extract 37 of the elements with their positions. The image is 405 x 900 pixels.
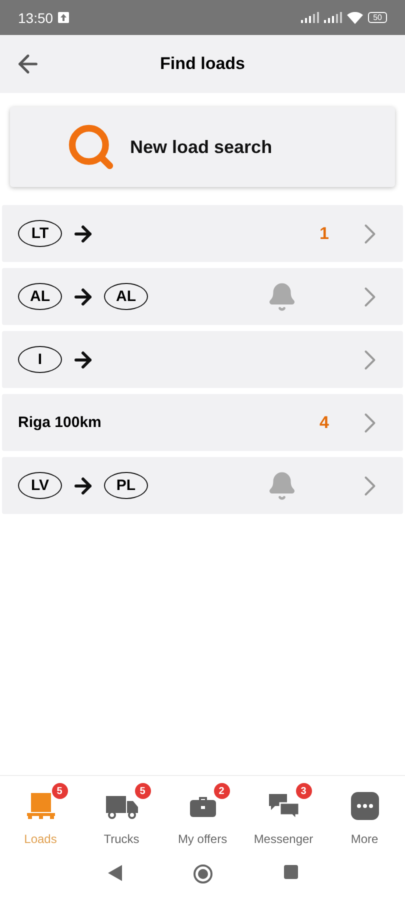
count-badge: 5 [134, 783, 150, 799]
country-code: AL [104, 283, 148, 310]
nav-tab[interactable]: 5 Loads [0, 780, 81, 858]
saved-search-row[interactable]: LT 1 [2, 205, 403, 262]
count-badge: 5 [52, 783, 68, 799]
home-circle-icon[interactable] [192, 864, 212, 884]
signal-icon [324, 12, 342, 23]
country-code: LV [18, 472, 62, 499]
pallet-box-icon [26, 791, 56, 821]
signal-icon [301, 12, 320, 23]
battery-level: 50 [368, 12, 387, 23]
nav-tab[interactable]: 3 Messenger [243, 780, 324, 858]
back-triangle-icon[interactable] [106, 864, 122, 882]
country-code: AL [18, 283, 62, 310]
wifi-icon [347, 12, 364, 24]
new-search-button[interactable]: New load search [10, 107, 395, 187]
status-time: 13:50 [18, 10, 54, 26]
count-badge: 2 [214, 783, 230, 799]
nav-tab[interactable]: More [324, 780, 405, 858]
saved-search-row[interactable]: I [2, 331, 403, 388]
more-icon [350, 791, 380, 821]
recents-square-icon[interactable] [282, 864, 298, 880]
saved-search-row[interactable]: LV PL [2, 457, 403, 514]
nav-tab[interactable]: 5 Trucks [81, 780, 162, 858]
country-code: LT [18, 220, 62, 247]
count-badge: 3 [296, 783, 312, 799]
country-code: PL [104, 472, 148, 499]
result-count: 4 [320, 412, 329, 432]
page-title: Find loads [159, 54, 246, 74]
saved-search-row[interactable]: AL AL [2, 268, 403, 325]
upload-icon [58, 12, 70, 23]
country-code: I [18, 346, 62, 373]
nav-tab[interactable]: 2 My offers [162, 780, 243, 858]
result-count: 1 [320, 224, 329, 244]
search-icon [66, 122, 116, 172]
place-label: Riga 100km [18, 414, 102, 431]
saved-search-row[interactable]: Riga 100km 4 [2, 394, 403, 451]
